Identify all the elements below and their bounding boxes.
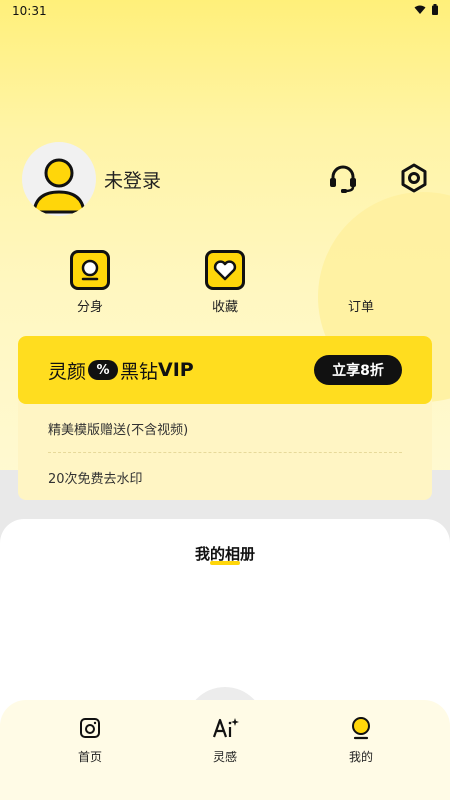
discount-badge-icon: % — [88, 360, 119, 380]
shortcut-favorites[interactable]: 收藏 — [175, 250, 275, 315]
camera-icon — [78, 716, 102, 744]
status-icons — [414, 4, 438, 18]
bottom-tab-bar: 首页 灵感 我的 — [0, 700, 450, 800]
customer-service-button[interactable] — [326, 163, 360, 197]
shortcut-clone[interactable]: 分身 — [40, 250, 140, 315]
vip-card[interactable]: 灵颜 % 黑钻 VIP 立享8折 精美模版赠送(不含视频) 20次免费去水印 — [18, 336, 432, 500]
vip-benefit: 20次免费去水印 — [48, 471, 143, 487]
tab-label: 首页 — [77, 750, 102, 764]
profile-icon — [349, 716, 373, 744]
status-bar: 10:31 — [0, 0, 450, 22]
shortcut-label: 订单 — [347, 300, 374, 315]
shortcut-orders[interactable]: 订单 — [311, 250, 411, 315]
tab-label: 灵感 — [212, 750, 237, 764]
clone-icon — [70, 250, 110, 290]
tab-profile[interactable]: 我的 — [316, 716, 406, 765]
settings-button[interactable] — [397, 163, 431, 197]
avatar[interactable] — [22, 142, 96, 216]
order-icon — [341, 250, 381, 290]
vip-discount-button[interactable]: 立享8折 — [314, 355, 402, 385]
tab-inspiration[interactable]: 灵感 — [180, 716, 270, 765]
shortcut-label: 分身 — [76, 300, 103, 315]
shortcut-label: 收藏 — [211, 300, 238, 315]
wifi-icon — [414, 4, 426, 18]
battery-icon — [432, 4, 438, 18]
tab-home[interactable]: 首页 — [45, 716, 135, 765]
vip-title: 灵颜 % 黑钻 VIP — [48, 357, 194, 384]
profile-section[interactable]: 未登录 — [22, 142, 161, 216]
heart-icon — [205, 250, 245, 290]
vip-title-prefix: 灵颜 — [48, 360, 87, 383]
tab-label: 我的 — [348, 750, 373, 764]
login-status[interactable]: 未登录 — [104, 166, 161, 193]
vip-title-suffix: VIP — [158, 359, 194, 381]
vip-benefit: 精美模版赠送(不含视频) — [48, 422, 189, 438]
ai-icon — [211, 716, 239, 744]
user-icon — [22, 158, 96, 216]
headset-icon — [327, 162, 359, 198]
settings-icon — [398, 162, 430, 198]
vip-title-middle: 黑钻 — [120, 360, 159, 383]
vip-header: 灵颜 % 黑钻 VIP 立享8折 — [18, 336, 432, 404]
status-time: 10:31 — [12, 4, 47, 18]
album-title: 我的相册 — [194, 545, 255, 563]
